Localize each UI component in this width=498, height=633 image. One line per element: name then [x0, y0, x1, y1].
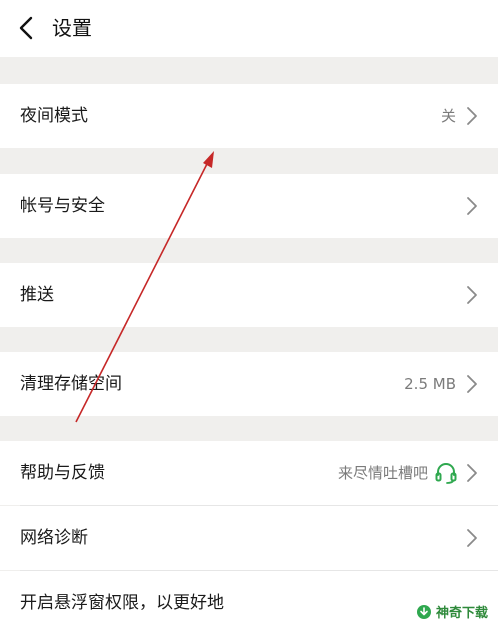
help-feedback-hint: 来尽情吐槽吧	[337, 464, 428, 482]
setting-clear-storage[interactable]: 清理存储空间 2.5 MB	[0, 352, 498, 416]
setting-account-security[interactable]: 帐号与安全	[0, 174, 498, 238]
night-mode-label: 夜间模式	[20, 106, 88, 126]
chevron-right-icon	[467, 107, 477, 125]
setting-network-diagnosis[interactable]: 网络诊断	[0, 506, 498, 570]
chevron-right-icon	[467, 464, 477, 482]
chevron-right-icon	[467, 375, 477, 393]
back-arrow-icon[interactable]	[12, 12, 42, 44]
setting-push[interactable]: 推送	[0, 263, 498, 327]
floating-window-label: 开启悬浮窗权限，以更好地	[20, 593, 224, 613]
watermark-logo: 神奇下载	[416, 602, 488, 621]
download-logo-icon	[416, 604, 431, 619]
page-title: 设置	[52, 16, 92, 40]
chevron-right-icon	[467, 529, 477, 547]
push-label: 推送	[20, 285, 54, 305]
night-mode-value: 关	[440, 107, 456, 125]
storage-size-value: 2.5 MB	[404, 375, 456, 393]
setting-help-feedback[interactable]: 帮助与反馈 来尽情吐槽吧	[0, 441, 498, 505]
account-security-label: 帐号与安全	[20, 196, 105, 216]
header-bar: 设置	[0, 0, 498, 57]
clear-storage-label: 清理存储空间	[20, 374, 122, 394]
setting-night-mode[interactable]: 夜间模式 关	[0, 84, 498, 148]
watermark-text: 神奇下载	[435, 606, 488, 621]
headset-icon	[435, 463, 457, 484]
help-feedback-label: 帮助与反馈	[20, 463, 105, 483]
chevron-right-icon	[467, 286, 477, 304]
network-diagnosis-label: 网络诊断	[20, 528, 88, 548]
chevron-right-icon	[467, 197, 477, 215]
